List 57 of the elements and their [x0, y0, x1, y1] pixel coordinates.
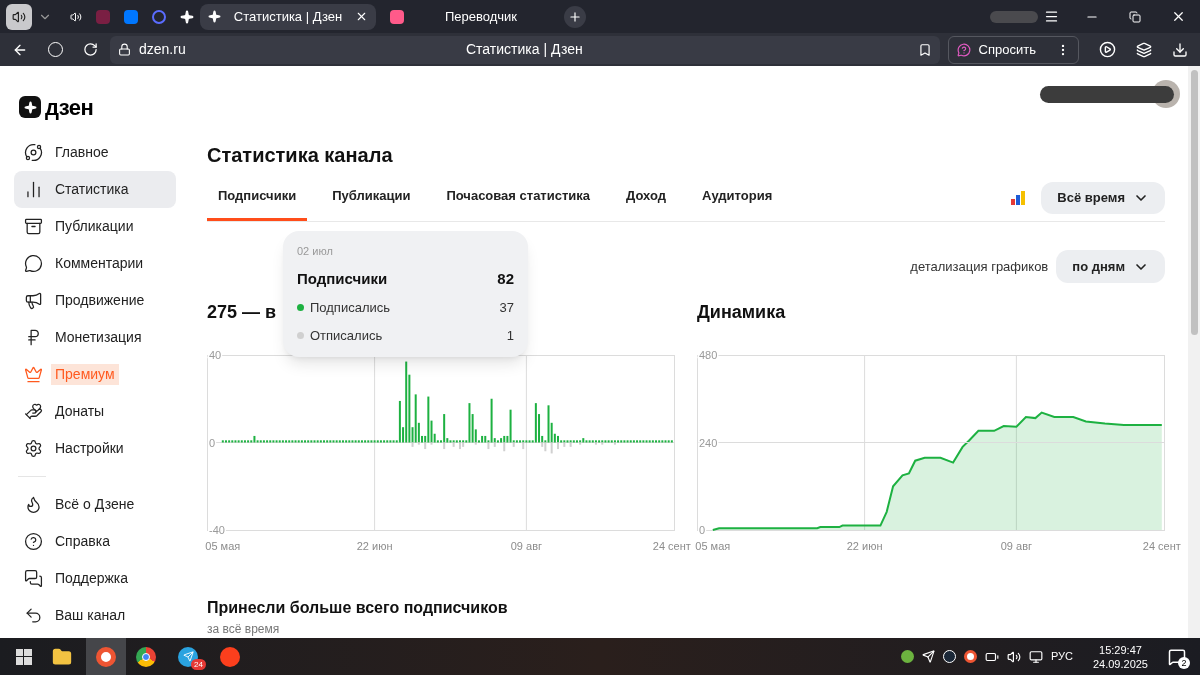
- legend-label: Подписались: [310, 299, 392, 317]
- sidebar-item[interactable]: Комментарии: [14, 245, 176, 282]
- axis-label: 24 сент: [1142, 539, 1181, 554]
- axis-label: -40: [209, 524, 225, 536]
- chart-heading: Динамика: [697, 301, 786, 324]
- tab[interactable]: Публикации: [321, 174, 422, 221]
- tooltip-total: 82: [497, 268, 514, 289]
- axis-label: 05 мая: [695, 539, 731, 554]
- sidebar-item[interactable]: Публикации: [14, 208, 176, 245]
- section-title: Принесли больше всего подписчиков: [207, 598, 509, 618]
- axis-label: 05 мая: [205, 539, 241, 554]
- sidebar-item[interactable]: Статистика: [14, 171, 176, 208]
- axis-label: 09 авг: [510, 539, 542, 554]
- sidebar-item[interactable]: Ваш канал: [14, 597, 176, 634]
- axis-label: 22 июн: [846, 539, 883, 554]
- chart-heading: 275 — в: [207, 301, 277, 324]
- tab[interactable]: Почасовая статистика: [435, 174, 602, 221]
- tooltip-title: Подписчики: [297, 268, 388, 289]
- tooltip-date: 02 июл: [297, 244, 334, 259]
- logo-text: дзен: [45, 93, 94, 122]
- sidebar-item[interactable]: Монетизация: [14, 319, 176, 356]
- sidebar-item[interactable]: Поддержка: [14, 560, 176, 597]
- sidebar-item[interactable]: Продвижение: [14, 282, 176, 319]
- axis-label: 0: [699, 524, 706, 536]
- language-indicator[interactable]: РУС: [1050, 648, 1073, 665]
- page-title: Статистика | Дзен: [466, 40, 583, 59]
- tab[interactable]: Подписчики: [207, 174, 308, 221]
- sidebar-item[interactable]: Донаты: [14, 393, 176, 430]
- axis-label: 09 авг: [1000, 539, 1032, 554]
- tab[interactable]: Аудитория: [691, 174, 784, 221]
- detail-dropdown[interactable]: по дням: [1056, 250, 1165, 283]
- clock[interactable]: 15:29:47 24.09.2025: [1092, 642, 1148, 671]
- period-dropdown[interactable]: Всё время: [1041, 181, 1165, 214]
- axis-label: 22 июн: [356, 539, 393, 554]
- unread-badge: 24: [191, 658, 206, 670]
- browser-tab[interactable]: Статистика | Дзен: [200, 3, 376, 30]
- axis-label: 240: [699, 436, 718, 449]
- sidebar-item[interactable]: Настройки: [14, 430, 176, 467]
- axis-label: 0: [209, 436, 216, 449]
- detail-label: детализация графиков: [910, 257, 1049, 276]
- axis-label: 40: [209, 349, 222, 361]
- page-title: Статистика канала: [207, 143, 394, 168]
- url-text: dzen.ru: [139, 40, 186, 59]
- axis-label: 24 сент: [652, 539, 691, 554]
- browser-tab[interactable]: Переводчик: [382, 3, 558, 30]
- sidebar-item[interactable]: Справка: [14, 523, 176, 560]
- legend-value: 1: [506, 326, 514, 345]
- legend-value: 37: [499, 299, 514, 317]
- address-field[interactable]: dzen.ru Статистика | Дзен: [110, 35, 940, 64]
- notification-count: 2: [1178, 656, 1190, 669]
- axis-label: 480: [699, 349, 718, 361]
- section-subtitle: за всё время: [207, 621, 281, 638]
- sidebar-item[interactable]: Всё о Дзене: [14, 486, 176, 523]
- sidebar-item[interactable]: Главное: [14, 134, 176, 171]
- ask-button[interactable]: Спросить: [947, 35, 1079, 64]
- legend-label: Отписались: [310, 326, 384, 345]
- tab[interactable]: Доход: [615, 174, 678, 221]
